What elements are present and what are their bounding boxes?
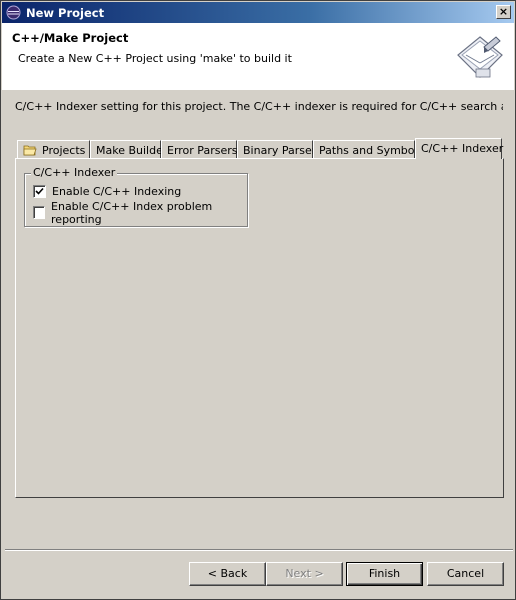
button-bar-divider xyxy=(5,549,513,551)
eclipse-icon xyxy=(6,5,21,20)
wizard-header: C++/Make Project Create a New C++ Projec… xyxy=(2,23,514,90)
tab-label: Binary Parser xyxy=(243,144,317,157)
tab-cpp-indexer[interactable]: C/C++ Indexer xyxy=(415,138,504,159)
tab-label: Make Builder xyxy=(96,144,168,157)
new-project-dialog: New Project × C++/Make Project Create a … xyxy=(0,0,516,600)
group-legend: C/C++ Indexer xyxy=(31,166,118,179)
page-title: C++/Make Project xyxy=(12,31,129,45)
title-bar: New Project × xyxy=(2,2,514,23)
cancel-button[interactable]: Cancel xyxy=(427,562,504,586)
enable-problem-reporting-option[interactable]: Enable C/C++ Index problem reporting xyxy=(33,200,247,226)
window-title: New Project xyxy=(26,6,105,20)
indexer-tab-panel: C/C++ Indexer Enable C/C++ Indexing Enab… xyxy=(15,158,504,498)
tab-error-parsers[interactable]: Error Parsers xyxy=(161,140,237,158)
folder-icon xyxy=(23,145,37,156)
tab-label: Projects xyxy=(42,144,86,157)
new-project-wizard-icon xyxy=(457,36,503,78)
tab-make-builder[interactable]: Make Builder xyxy=(90,140,167,158)
next-button[interactable]: Next > xyxy=(266,562,343,586)
tab-projects[interactable]: Projects xyxy=(17,140,90,158)
indexer-intro-text: C/C++ Indexer setting for this project. … xyxy=(15,100,503,113)
enable-indexing-checkbox[interactable] xyxy=(33,185,46,198)
tab-paths-and-symbols[interactable]: Paths and Symbols xyxy=(313,140,423,158)
tab-label: Error Parsers xyxy=(167,144,238,157)
page-description: Create a New C++ Project using 'make' to… xyxy=(18,52,292,65)
header-divider xyxy=(2,89,514,90)
tab-label: C/C++ Indexer xyxy=(421,142,504,155)
tab-binary-parser[interactable]: Binary Parser xyxy=(237,140,317,158)
back-button[interactable]: < Back xyxy=(189,562,266,586)
close-icon: × xyxy=(498,5,509,18)
finish-button[interactable]: Finish xyxy=(346,562,423,586)
close-button[interactable]: × xyxy=(496,5,511,19)
checkmark-icon xyxy=(35,187,44,195)
indexer-group: C/C++ Indexer Enable C/C++ Indexing Enab… xyxy=(24,166,248,227)
enable-problem-reporting-label: Enable C/C++ Index problem reporting xyxy=(51,199,213,226)
enable-indexing-option[interactable]: Enable C/C++ Indexing xyxy=(33,184,181,199)
tab-label: Paths and Symbols xyxy=(319,144,424,157)
enable-problem-reporting-checkbox[interactable] xyxy=(33,206,46,219)
enable-indexing-label: Enable C/C++ Indexing xyxy=(52,185,182,198)
